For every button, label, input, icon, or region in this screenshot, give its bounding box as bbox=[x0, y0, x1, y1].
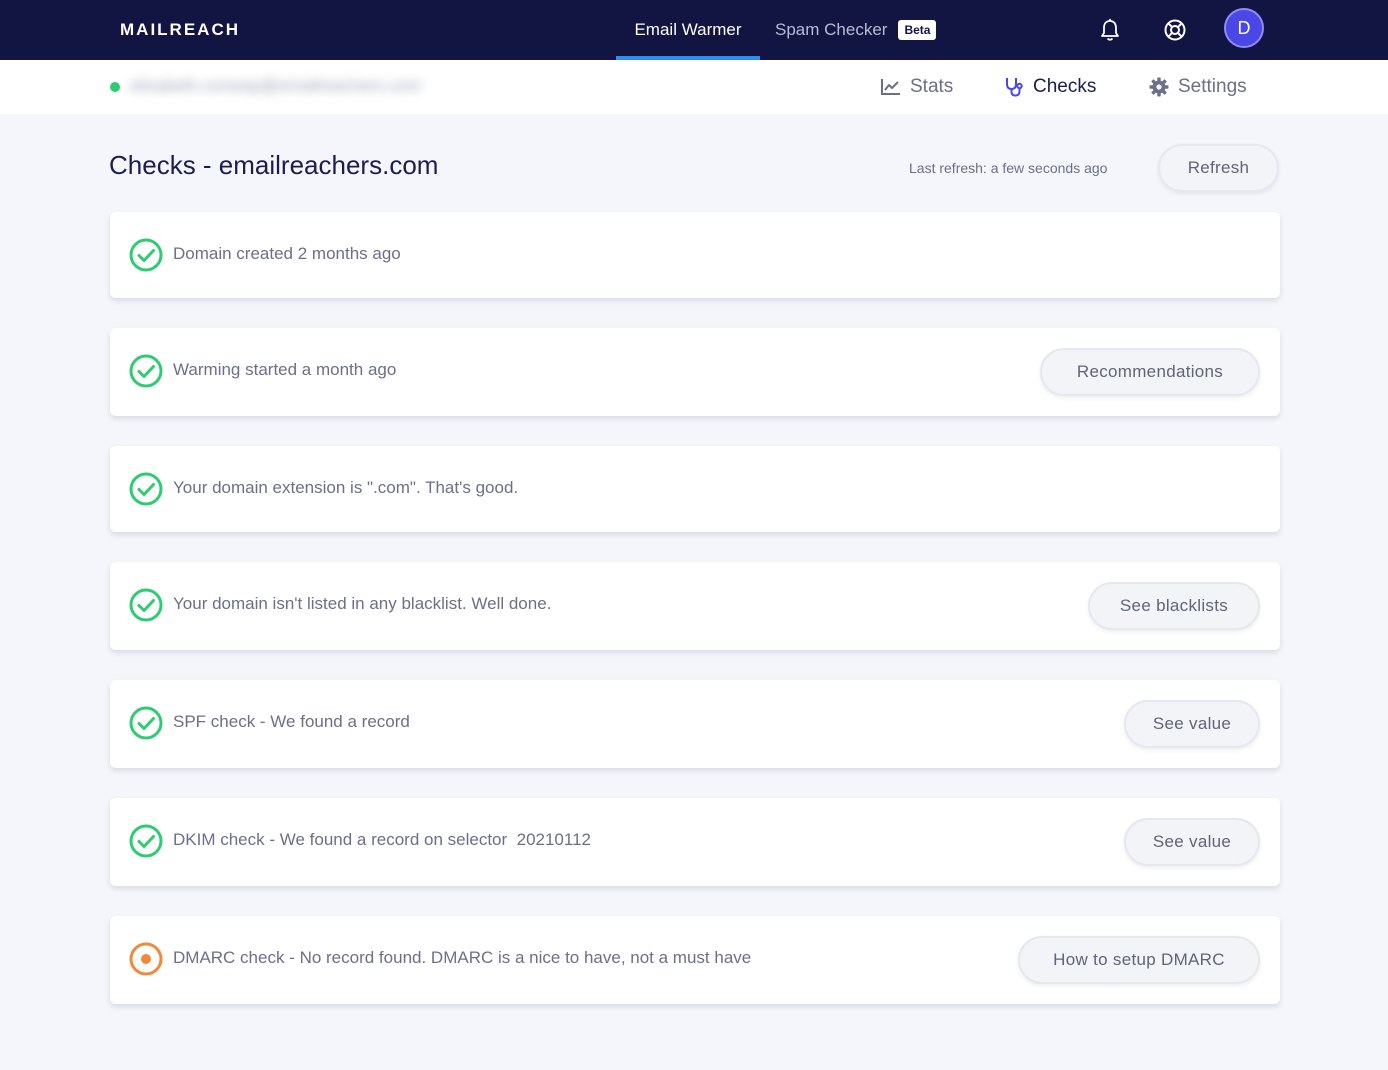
sub-navbar: elizabeth.conway@emailreachers.com Stats… bbox=[0, 60, 1388, 114]
see-spf-value-button[interactable]: See value bbox=[1124, 700, 1260, 748]
check-text: Domain created 2 months ago bbox=[173, 244, 401, 263]
check-card-dmarc: DMARC check - No record found. DMARC is … bbox=[110, 916, 1280, 1004]
check-card-extension: Your domain extension is ".com". That's … bbox=[110, 446, 1280, 532]
check-card-spf: SPF check - We found a record See value bbox=[110, 680, 1280, 768]
check-success-icon bbox=[129, 354, 163, 388]
bell-icon[interactable] bbox=[1096, 16, 1124, 44]
tab-email-warmer-label: Email Warmer bbox=[634, 20, 742, 39]
tab-settings-label: Settings bbox=[1178, 76, 1247, 97]
check-warning-icon bbox=[129, 942, 163, 976]
tab-spam-checker[interactable]: Spam Checker Beta bbox=[775, 0, 937, 60]
beta-badge: Beta bbox=[898, 20, 937, 40]
page-title: Checks - emailreachers.com bbox=[109, 150, 439, 180]
chart-icon bbox=[881, 78, 901, 96]
check-text: SPF check - We found a record bbox=[173, 712, 410, 731]
check-success-icon bbox=[129, 472, 163, 506]
check-success-icon bbox=[129, 238, 163, 272]
status-dot bbox=[110, 82, 120, 92]
check-success-icon bbox=[129, 824, 163, 858]
check-success-icon bbox=[129, 588, 163, 622]
recommendations-button[interactable]: Recommendations bbox=[1040, 348, 1260, 396]
avatar[interactable]: D bbox=[1224, 8, 1264, 48]
last-refresh-text: Last refresh: a few seconds ago bbox=[909, 160, 1108, 176]
check-text: Your domain isn't listed in any blacklis… bbox=[173, 594, 552, 613]
check-card-blacklist: Your domain isn't listed in any blacklis… bbox=[110, 562, 1280, 650]
gear-icon bbox=[1149, 77, 1169, 97]
check-text: DKIM check - We found a record on select… bbox=[173, 830, 591, 849]
tab-stats[interactable]: Stats bbox=[881, 60, 953, 114]
refresh-button[interactable]: Refresh bbox=[1158, 144, 1279, 192]
check-card-warming: Warming started a month ago Recommendati… bbox=[110, 328, 1280, 416]
account-email: elizabeth.conway@emailreachers.com bbox=[130, 76, 422, 95]
see-dkim-value-button[interactable]: See value bbox=[1124, 818, 1260, 866]
check-card-domain-age: Domain created 2 months ago bbox=[110, 212, 1280, 298]
logo[interactable]: MAILREACH bbox=[120, 20, 240, 40]
setup-dmarc-button[interactable]: How to setup DMARC bbox=[1018, 936, 1260, 984]
check-success-icon bbox=[129, 706, 163, 740]
check-text: Warming started a month ago bbox=[173, 360, 397, 379]
check-card-dkim: DKIM check - We found a record on select… bbox=[110, 798, 1280, 886]
tab-checks[interactable]: Checks bbox=[1004, 60, 1096, 114]
top-navbar: MAILREACH Email Warmer Spam Checker Beta… bbox=[0, 0, 1388, 60]
tab-stats-label: Stats bbox=[910, 76, 954, 97]
tab-spam-checker-label: Spam Checker bbox=[775, 20, 888, 39]
tab-settings[interactable]: Settings bbox=[1149, 60, 1247, 114]
tab-email-warmer[interactable]: Email Warmer bbox=[616, 0, 760, 60]
see-blacklists-button[interactable]: See blacklists bbox=[1088, 582, 1260, 630]
tab-checks-label: Checks bbox=[1033, 76, 1097, 97]
stethoscope-icon bbox=[1004, 77, 1024, 97]
check-text: DMARC check - No record found. DMARC is … bbox=[173, 948, 752, 967]
check-text: Your domain extension is ".com". That's … bbox=[173, 478, 519, 497]
lifebuoy-icon[interactable] bbox=[1161, 16, 1189, 44]
